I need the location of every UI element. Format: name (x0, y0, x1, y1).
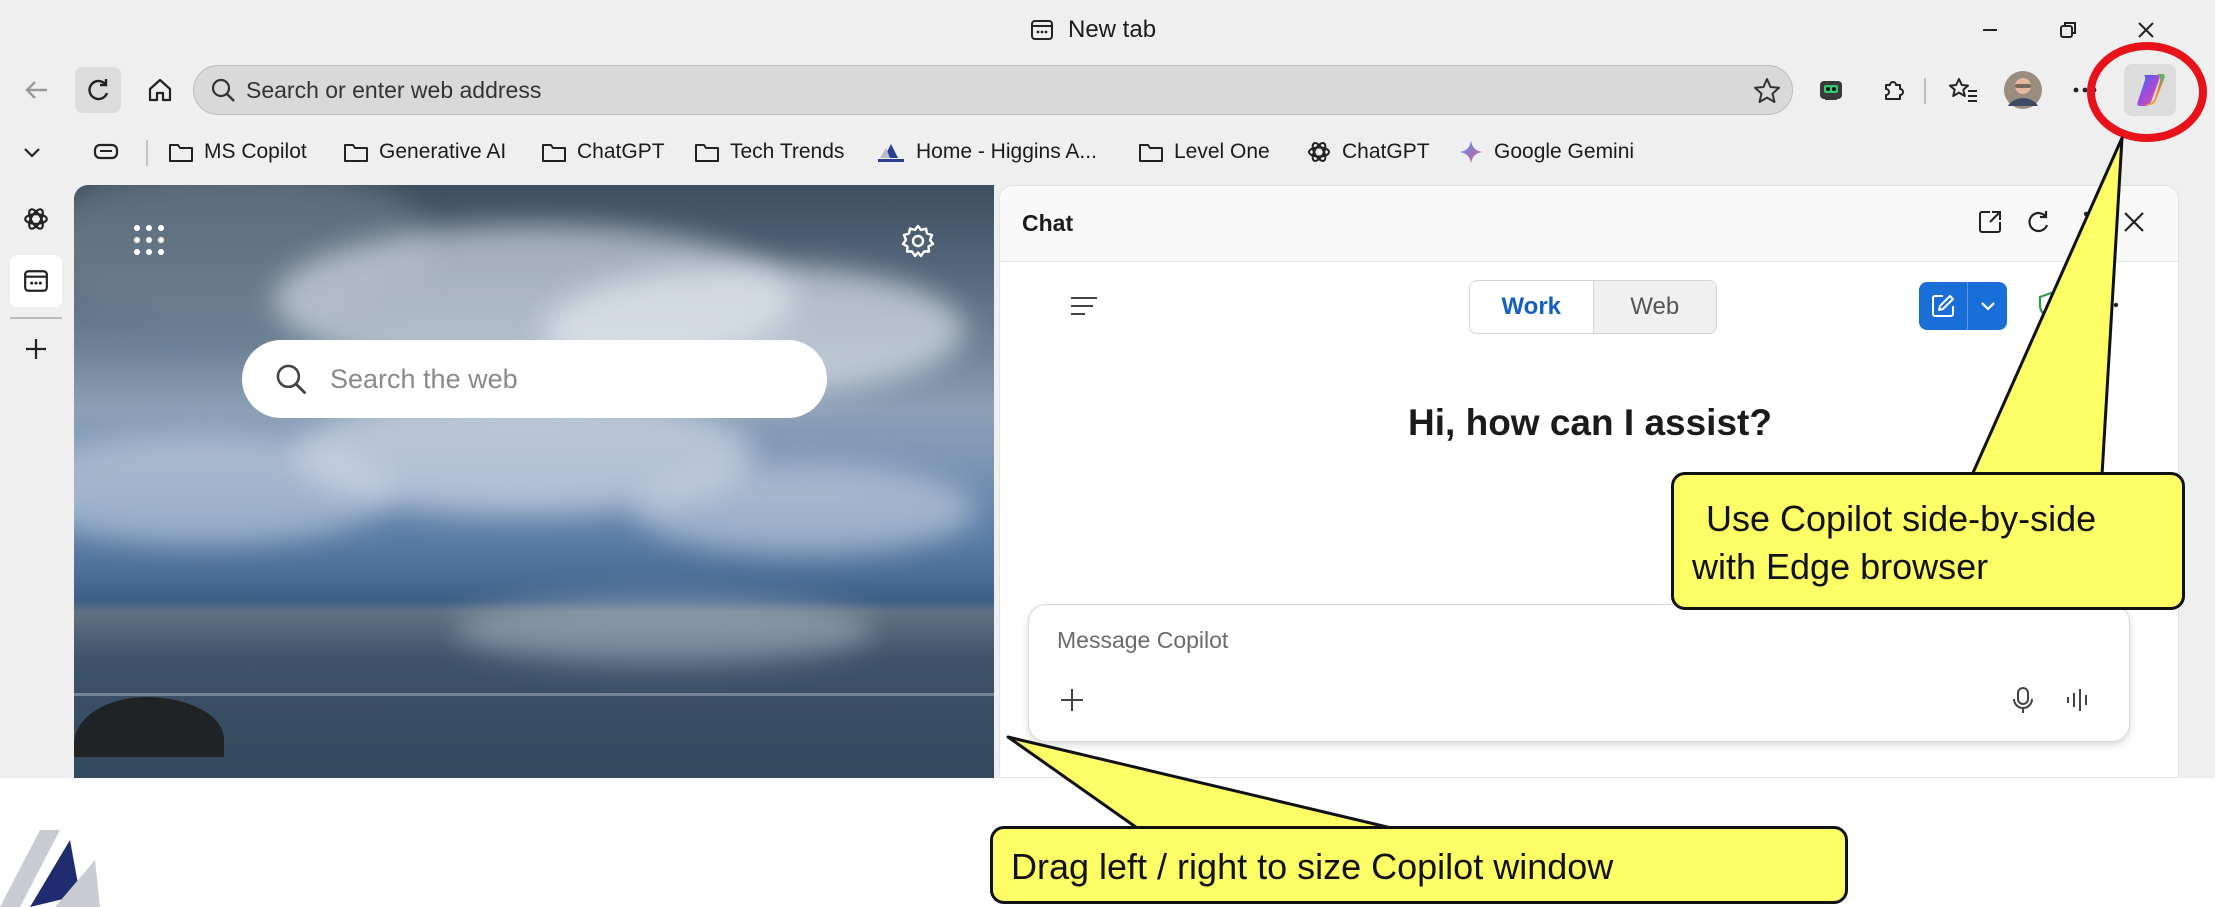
annotation-overlay (1006, 42, 2207, 832)
callout-line: with Edge browser (1692, 546, 1989, 587)
copilot-highlight-ring (2087, 42, 2207, 142)
callout-drag-resize: Drag left / right to size Copilot window (990, 826, 1848, 904)
callout-copilot-side-by-side: Use Copilot side-by-side with Edge brows… (1671, 472, 2185, 610)
callout-pointer-copilot (1970, 136, 2124, 477)
callout-pointer-drag (1006, 735, 1402, 832)
callout-line: Use Copilot side-by-side (1706, 498, 2097, 539)
